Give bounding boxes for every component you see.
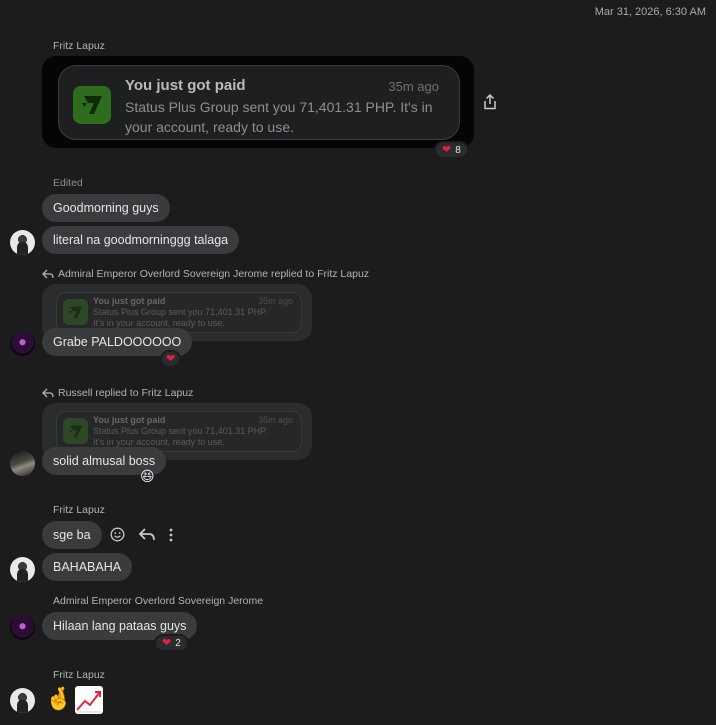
heart-icon: ❤ bbox=[166, 352, 176, 365]
message-bubble[interactable]: sge ba bbox=[42, 521, 102, 549]
wise-logo-icon bbox=[63, 299, 88, 325]
avatar[interactable] bbox=[10, 451, 35, 476]
payment-time: 35m ago bbox=[388, 79, 439, 94]
quoted-time: 35m ago bbox=[257, 415, 293, 425]
sender-name: Fritz Lapuz bbox=[53, 40, 105, 52]
reply-arrow-icon bbox=[42, 269, 54, 279]
crossed-fingers-emoji[interactable]: 🤞 bbox=[45, 688, 72, 710]
quoted-line: Status Plus Group sent you 71,401.31 PHP… bbox=[93, 426, 268, 436]
edited-label: Edited bbox=[53, 177, 83, 189]
quoted-payment-card: You just got paid 35m ago Status Plus Gr… bbox=[56, 292, 302, 333]
reply-icon[interactable] bbox=[139, 528, 155, 541]
reaction-badge[interactable]: ❤ 8 bbox=[434, 141, 469, 159]
message-bubble[interactable]: BAHABAHA bbox=[42, 553, 133, 581]
wise-logo-icon bbox=[63, 418, 88, 444]
reaction-count: 2 bbox=[175, 637, 181, 649]
reply-arrow-icon bbox=[42, 388, 54, 398]
wise-logo-icon bbox=[73, 86, 111, 124]
reaction-badge[interactable]: ❤ bbox=[160, 350, 182, 368]
avatar[interactable] bbox=[10, 615, 35, 640]
payment-body: Status Plus Group sent you 71,401.31 PHP… bbox=[125, 99, 433, 135]
avatar[interactable] bbox=[10, 331, 35, 356]
reply-note: Russell replied to Fritz Lapuz bbox=[42, 387, 193, 399]
reaction-emoji[interactable]: 😆 bbox=[140, 469, 155, 483]
quoted-title: You just got paid bbox=[93, 296, 166, 306]
payment-notification-card: You just got paid 35m ago Status Plus Gr… bbox=[58, 65, 460, 140]
avatar[interactable] bbox=[10, 557, 35, 582]
avatar[interactable] bbox=[10, 688, 35, 713]
smiley-icon[interactable] bbox=[110, 527, 125, 542]
reply-note: Admiral Emperor Overlord Sovereign Jerom… bbox=[42, 268, 369, 280]
chart-increasing-icon[interactable] bbox=[75, 686, 103, 714]
conversation-timestamp: Mar 31, 2026, 6:30 AM bbox=[594, 6, 706, 18]
payment-image-message[interactable]: You just got paid 35m ago Status Plus Gr… bbox=[42, 56, 474, 148]
share-icon[interactable] bbox=[483, 93, 497, 110]
payment-title: You just got paid bbox=[125, 77, 246, 94]
reaction-count: 8 bbox=[455, 144, 461, 156]
sender-name: Fritz Lapuz bbox=[53, 669, 105, 681]
sender-name: Fritz Lapuz bbox=[53, 504, 105, 516]
avatar[interactable] bbox=[10, 230, 35, 255]
more-icon[interactable] bbox=[169, 528, 173, 542]
reply-note-text: Russell replied to Fritz Lapuz bbox=[58, 387, 194, 399]
message-bubble[interactable]: literal na goodmorninggg talaga bbox=[42, 226, 240, 254]
heart-icon: ❤ bbox=[162, 636, 172, 649]
message-bubble[interactable]: Goodmorning guys bbox=[42, 194, 170, 222]
quoted-line: Status Plus Group sent you 71,401.31 PHP… bbox=[93, 307, 268, 317]
reaction-badge[interactable]: ❤ 2 bbox=[154, 634, 189, 652]
heart-icon: ❤ bbox=[442, 143, 452, 156]
quoted-time: 35m ago bbox=[257, 296, 293, 306]
message-actions bbox=[110, 527, 173, 542]
sender-name: Admiral Emperor Overlord Sovereign Jerom… bbox=[53, 595, 264, 607]
quoted-payment-card: You just got paid 35m ago Status Plus Gr… bbox=[56, 411, 302, 452]
quoted-body: Status Plus Group sent you 71,401.31 PHP… bbox=[93, 426, 303, 448]
quoted-title: You just got paid bbox=[93, 415, 166, 425]
reply-note-text: Admiral Emperor Overlord Sovereign Jerom… bbox=[58, 268, 370, 280]
quoted-body: Status Plus Group sent you 71,401.31 PHP… bbox=[93, 307, 303, 329]
